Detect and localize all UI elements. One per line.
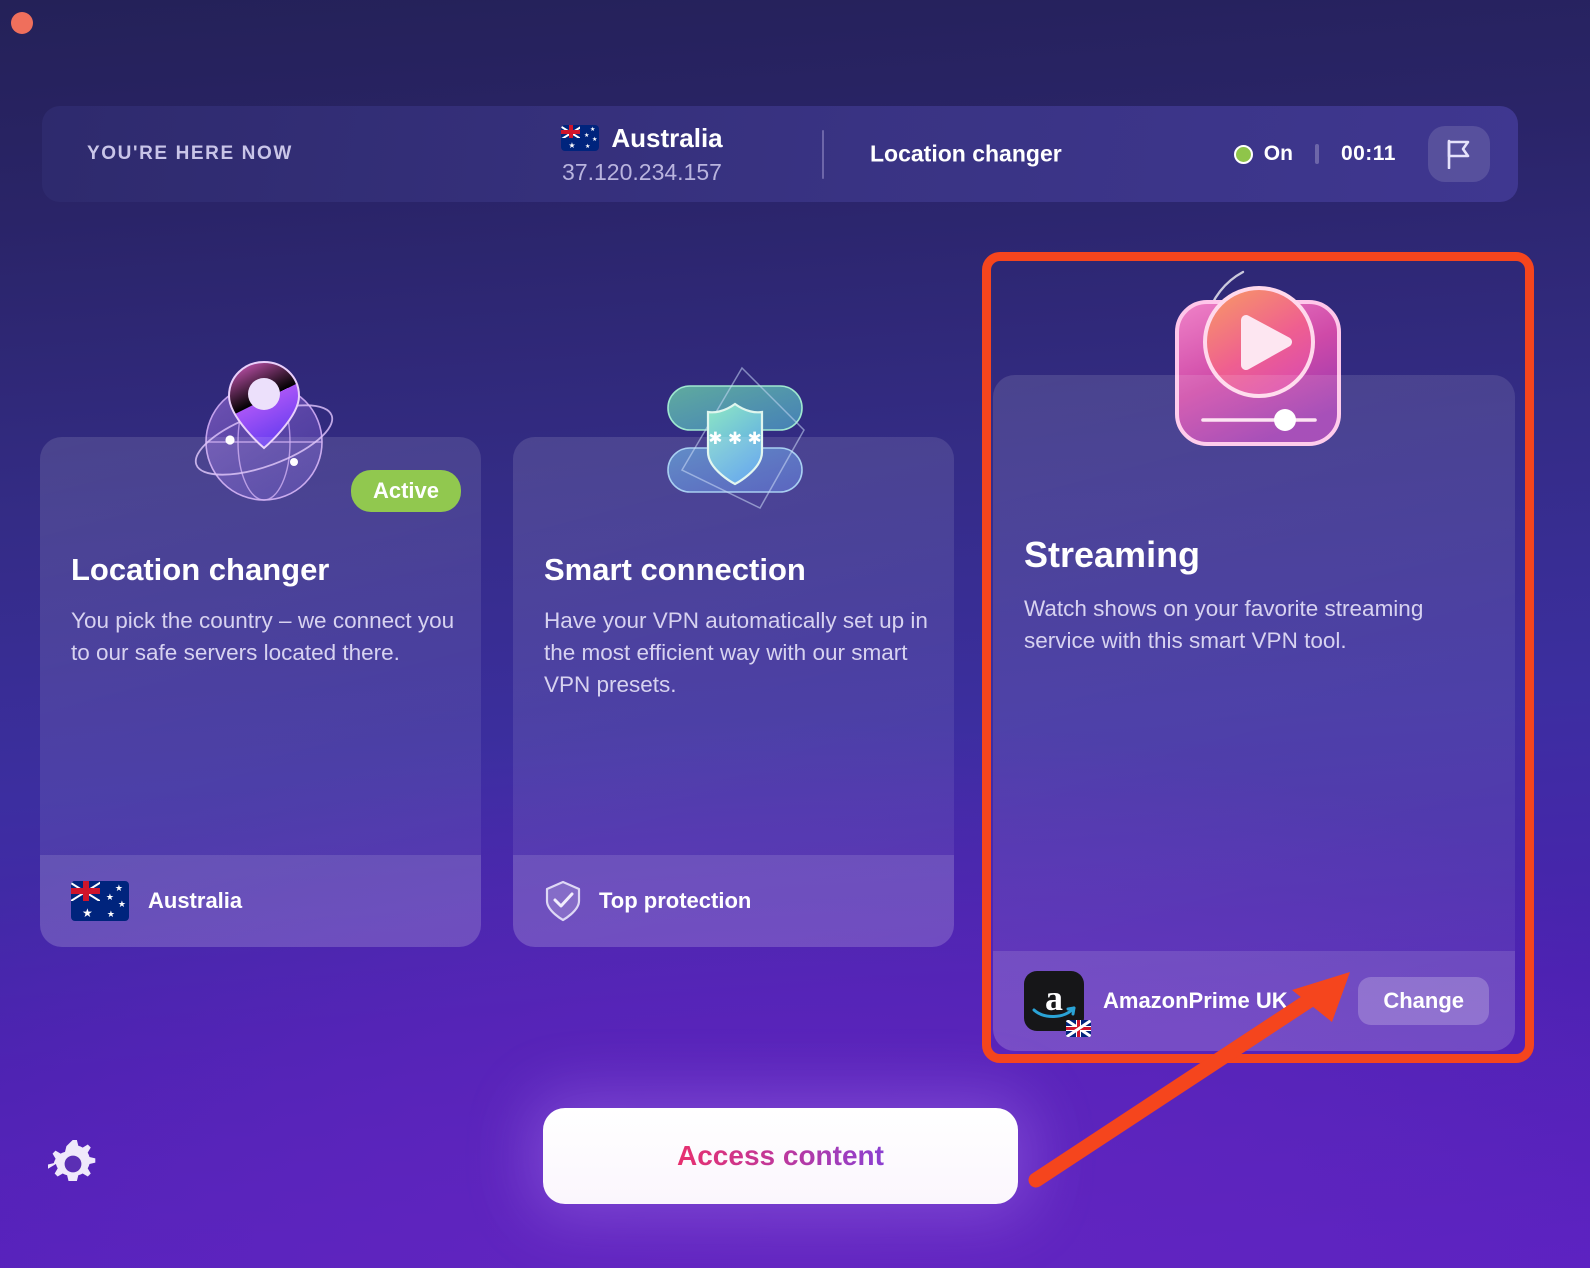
uk-flag-icon: [1066, 1020, 1091, 1037]
card-footer-label: AmazonPrime UK: [1103, 988, 1288, 1013]
card-footer-label: Australia: [148, 888, 243, 913]
access-content-button[interactable]: Access content: [543, 1108, 1018, 1204]
card-title: Smart connection: [544, 552, 806, 587]
card-title: Streaming: [1024, 534, 1201, 575]
shield-check-icon: [545, 880, 581, 922]
card-description: You pick the country – we connect you to…: [71, 608, 455, 665]
au-flag-icon: ★ ★ ★ ★ ★: [71, 881, 129, 921]
card-description: Have your VPN automatically set up in th…: [544, 608, 928, 697]
amazon-swoosh-icon: [1032, 1006, 1076, 1018]
amazon-icon: a: [1024, 971, 1091, 1037]
status-badge: Active: [350, 470, 461, 512]
card-footer[interactable]: ★ ★ ★ ★ ★ Australia: [40, 855, 481, 947]
vpn-app-window: YOU'RE HERE NOW ★ ★ ★ ★ ★ Australia 37.1…: [0, 0, 1590, 1268]
card-title: Location changer: [71, 552, 330, 587]
card-smart-connection[interactable]: Smart connection Have your VPN automatic…: [513, 437, 954, 947]
change-button[interactable]: Change: [1358, 977, 1489, 1025]
card-footer-label: Top protection: [599, 888, 752, 913]
access-content-label: Access content: [677, 1140, 884, 1171]
gear-icon[interactable]: [47, 1137, 99, 1189]
card-streaming[interactable]: Streaming Watch shows on your favorite s…: [993, 375, 1515, 1051]
card-footer[interactable]: a AmazonPrime UK Change: [993, 951, 1515, 1051]
card-location-changer[interactable]: Active Location changer You pick the cou…: [40, 437, 481, 947]
card-footer[interactable]: Top protection: [513, 855, 954, 947]
card-description: Watch shows on your favorite streaming s…: [1024, 596, 1424, 653]
feature-cards: Active Location changer You pick the cou…: [0, 0, 1590, 1268]
